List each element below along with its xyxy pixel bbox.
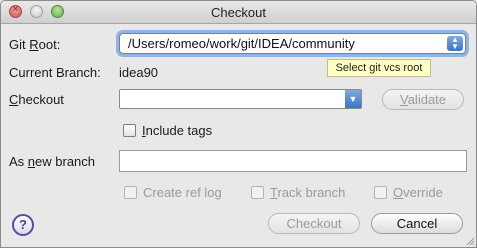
checkout-combo[interactable]: ▼ — [119, 89, 362, 109]
create-ref-log-label: Create ref log — [143, 185, 222, 200]
checkout-button[interactable]: Checkout — [268, 213, 360, 234]
override-label: Override — [393, 185, 443, 200]
dropdown-arrow-icon[interactable]: ▼ — [345, 90, 361, 108]
title-bar: × Checkout — [1, 1, 476, 24]
current-branch-label: Current Branch: — [9, 65, 101, 80]
git-root-value: /Users/romeo/work/git/IDEA/community — [128, 36, 355, 51]
window-title: Checkout — [211, 5, 266, 20]
help-button[interactable]: ? — [12, 214, 34, 236]
include-tags-checkbox[interactable] — [123, 124, 136, 137]
track-branch-label: Track branch — [270, 185, 346, 200]
checkout-dialog: × Checkout Git Root: /Users/romeo/work/g… — [0, 0, 477, 248]
up-down-arrows-icon: ▲ ▼ — [447, 36, 463, 51]
checkout-label: Checkout — [9, 92, 64, 107]
validate-button[interactable]: Validate — [382, 89, 464, 110]
track-branch-checkbox[interactable] — [251, 186, 264, 199]
include-tags-label: Include tags — [142, 123, 213, 138]
current-branch-value: idea90 — [119, 65, 159, 80]
new-branch-input[interactable] — [119, 150, 467, 172]
cancel-button[interactable]: Cancel — [371, 213, 463, 234]
create-ref-log-checkbox[interactable] — [124, 186, 137, 199]
git-root-select[interactable]: /Users/romeo/work/git/IDEA/community ▲ ▼ — [119, 33, 466, 54]
git-root-tooltip: Select git vcs root — [327, 59, 431, 77]
git-root-label: Git Root: — [9, 37, 61, 52]
resize-grip-icon[interactable] — [465, 236, 475, 246]
new-branch-label: As new branch — [9, 154, 96, 169]
override-checkbox[interactable] — [374, 186, 387, 199]
